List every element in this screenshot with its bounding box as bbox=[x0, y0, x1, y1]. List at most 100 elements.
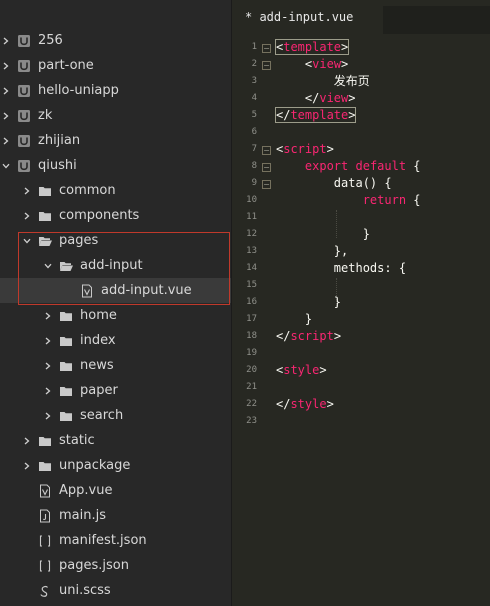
chevron-right-icon[interactable] bbox=[43, 328, 53, 353]
line-number: 17 bbox=[246, 314, 257, 324]
folder-icon bbox=[59, 384, 73, 398]
chevron-right-icon[interactable] bbox=[43, 303, 53, 328]
line-number: 10 bbox=[246, 195, 257, 205]
tree-item-zhijian[interactable]: zhijian bbox=[0, 128, 231, 153]
tree-item-label: qiushi bbox=[38, 158, 77, 173]
tree-item-label: unpackage bbox=[59, 458, 131, 473]
tree-item-label: pages bbox=[59, 233, 99, 248]
line-number: 2 bbox=[251, 59, 257, 69]
tab-add-input-vue[interactable]: * add-input.vue bbox=[233, 0, 383, 34]
chevron-right-icon[interactable] bbox=[22, 453, 32, 478]
vue-file-icon bbox=[80, 284, 94, 298]
folder-open-icon bbox=[38, 234, 52, 248]
code-line-20: <style> bbox=[276, 363, 327, 377]
code-line-8: export default { bbox=[304, 159, 421, 173]
fold-marker-icon[interactable]: − bbox=[262, 163, 271, 172]
js-file-icon bbox=[38, 509, 52, 523]
tree-item-label: add-input bbox=[80, 258, 143, 273]
chevron-right-icon[interactable] bbox=[1, 128, 11, 153]
chevron-right-icon[interactable] bbox=[43, 403, 53, 428]
tree-item-256[interactable]: 256 bbox=[0, 28, 231, 53]
tree-item-label: 256 bbox=[38, 33, 63, 48]
code-line-1: <template> bbox=[274, 39, 350, 55]
line-number: 21 bbox=[246, 382, 257, 392]
line-number: 6 bbox=[251, 127, 257, 137]
tree-item-label: pages.json bbox=[59, 558, 129, 573]
tree-item-pages[interactable]: pages bbox=[0, 228, 231, 253]
tree-item-pages-json[interactable]: pages.json bbox=[0, 553, 231, 578]
tree-item-label: add-input.vue bbox=[101, 283, 192, 298]
tree-item-home[interactable]: home bbox=[0, 303, 231, 328]
chevron-down-icon[interactable] bbox=[22, 228, 32, 253]
code-line-13: }, bbox=[276, 244, 349, 258]
chevron-down-icon[interactable] bbox=[1, 153, 11, 178]
code-line-17: } bbox=[276, 312, 313, 326]
project-icon bbox=[17, 84, 31, 98]
folder-open-icon bbox=[59, 259, 73, 273]
code-line-4: </view> bbox=[304, 91, 356, 105]
chevron-right-icon[interactable] bbox=[1, 78, 11, 103]
chevron-right-icon[interactable] bbox=[43, 378, 53, 403]
chevron-right-icon[interactable] bbox=[43, 353, 53, 378]
file-explorer: 256 part-one hello-uniapp zk zhijian qiushi co… bbox=[0, 0, 232, 606]
code-line-3: 发布页 bbox=[333, 74, 370, 88]
tree-item-label: uni.scss bbox=[59, 583, 111, 598]
tree-item-components[interactable]: components bbox=[0, 203, 231, 228]
tree-item-unpackage[interactable]: unpackage bbox=[0, 453, 231, 478]
code-line-12: } bbox=[276, 227, 370, 241]
tree-item-manifest-json[interactable]: manifest.json bbox=[0, 528, 231, 553]
tree-item-static[interactable]: static bbox=[0, 428, 231, 453]
chevron-right-icon[interactable] bbox=[1, 53, 11, 78]
folder-icon bbox=[59, 334, 73, 348]
line-number: 8 bbox=[251, 161, 257, 171]
chevron-right-icon[interactable] bbox=[22, 178, 32, 203]
line-number: 11 bbox=[246, 212, 257, 222]
vue-file-icon bbox=[38, 484, 52, 498]
fold-marker-icon[interactable]: − bbox=[262, 61, 271, 70]
line-number: 7 bbox=[251, 144, 257, 154]
folder-icon bbox=[38, 459, 52, 473]
tree-item-label: static bbox=[59, 433, 95, 448]
chevron-right-icon[interactable] bbox=[1, 28, 11, 53]
tree-item-zk[interactable]: zk bbox=[0, 103, 231, 128]
tree-item-label: news bbox=[80, 358, 114, 373]
tree-item-label: part-one bbox=[38, 58, 94, 73]
tree-item-app-vue[interactable]: App.vue bbox=[0, 478, 231, 503]
tree-item-add-input-vue[interactable]: add-input.vue bbox=[0, 278, 231, 303]
tree-item-paper[interactable]: paper bbox=[0, 378, 231, 403]
tree-item-label: App.vue bbox=[59, 483, 113, 498]
project-icon bbox=[17, 109, 31, 123]
tree-item-qiushi[interactable]: qiushi bbox=[0, 153, 231, 178]
tree-item-main-js[interactable]: main.js bbox=[0, 503, 231, 528]
line-number: 16 bbox=[246, 297, 257, 307]
chevron-down-icon[interactable] bbox=[43, 253, 53, 278]
tree-item-uni-scss[interactable]: uni.scss bbox=[0, 578, 231, 603]
chevron-right-icon[interactable] bbox=[22, 203, 32, 228]
line-number: 4 bbox=[251, 93, 257, 103]
line-number: 18 bbox=[246, 331, 257, 341]
fold-marker-icon[interactable]: − bbox=[262, 180, 271, 189]
code-line-5: </template> bbox=[274, 107, 357, 123]
tree-item-common[interactable]: common bbox=[0, 178, 231, 203]
fold-marker-icon[interactable]: − bbox=[262, 44, 271, 53]
line-number: 19 bbox=[246, 348, 257, 358]
chevron-right-icon[interactable] bbox=[22, 428, 32, 453]
chevron-right-icon[interactable] bbox=[1, 103, 11, 128]
line-number: 3 bbox=[251, 76, 257, 86]
tree-item-hello-uniapp[interactable]: hello-uniapp bbox=[0, 78, 231, 103]
tree-item-part-one[interactable]: part-one bbox=[0, 53, 231, 78]
tree-item-news[interactable]: news bbox=[0, 353, 231, 378]
json-file-icon bbox=[38, 559, 52, 573]
tree-item-add-input[interactable]: add-input bbox=[0, 253, 231, 278]
tree-item-search[interactable]: search bbox=[0, 403, 231, 428]
code-editor[interactable]: * add-input.vue 1 2 3 4 5 6 7 8 9 10 11 12 13 14 15 16 1… bbox=[233, 0, 490, 606]
tree-item-label: hello-uniapp bbox=[38, 83, 119, 98]
tab-bar: * add-input.vue bbox=[233, 0, 490, 34]
tree-item-index[interactable]: index bbox=[0, 328, 231, 353]
folder-icon bbox=[38, 184, 52, 198]
line-number: 23 bbox=[246, 416, 257, 426]
line-number: 5 bbox=[251, 110, 257, 120]
project-icon bbox=[17, 34, 31, 48]
code-line-9: data() { bbox=[333, 176, 392, 190]
fold-marker-icon[interactable]: − bbox=[262, 146, 271, 155]
